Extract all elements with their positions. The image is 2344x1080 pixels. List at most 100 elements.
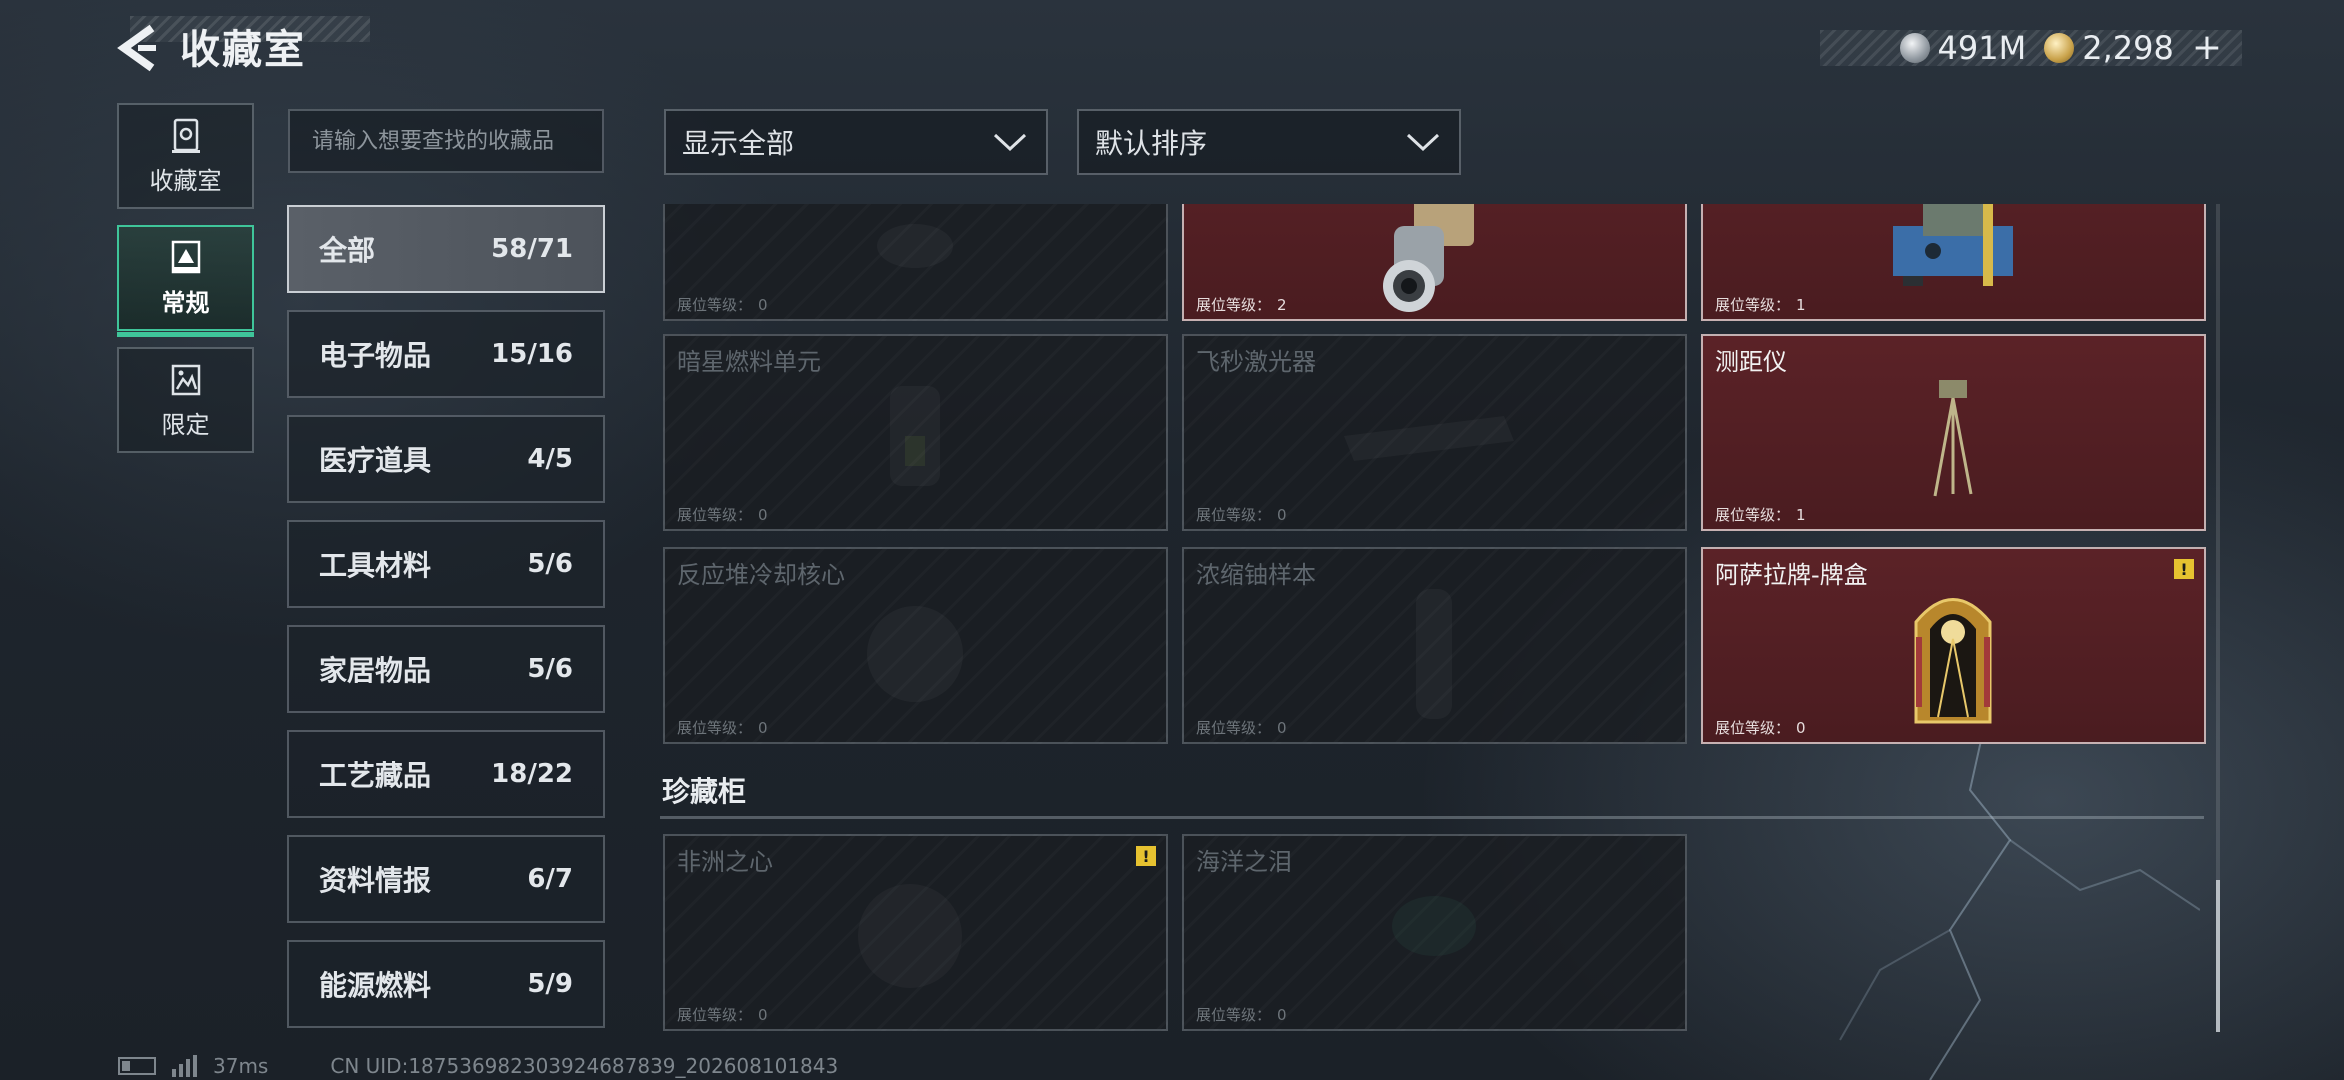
vault-icon (171, 118, 200, 153)
warning-badge-icon: ! (1136, 846, 1156, 866)
signal-icon (172, 1055, 197, 1077)
silver-coin-icon (1899, 33, 1930, 63)
category-name: 家居物品 (319, 654, 432, 687)
side-tab-regular-label: 常规 (161, 288, 210, 317)
collection-card[interactable]: 海洋之泪 展位等级： 0 (1182, 834, 1687, 1031)
currency-gold-value: 2,298 (2082, 29, 2174, 67)
category-name: 工具材料 (319, 549, 432, 582)
category-count: 6/7 (527, 864, 573, 894)
side-tab-limited[interactable]: 限定 (117, 347, 254, 453)
card-name: 非洲之心 (677, 848, 773, 876)
reactor-core-silhouette-icon (867, 606, 963, 702)
card-name: 暗星燃料单元 (677, 348, 821, 376)
collection-card[interactable]: 非洲之心 ! 展位等级： 0 (663, 834, 1168, 1031)
collection-card[interactable]: 展位等级： 0 (663, 204, 1168, 321)
card-name: 测距仪 (1715, 348, 1787, 376)
collection-card[interactable]: 浓缩铀样本 展位等级： 0 (1182, 547, 1687, 744)
category-tools[interactable]: 工具材料 5/6 (287, 520, 605, 608)
user-uid: CN UID:187536982303924687839_20260810184… (330, 1054, 839, 1078)
booth-level: 展位等级： 0 (677, 506, 768, 524)
ping-value: 37ms (213, 1054, 269, 1078)
item-silhouette-icon (877, 224, 953, 268)
category-count: 18/22 (491, 759, 573, 789)
side-tab-vault-label: 收藏室 (149, 166, 222, 195)
card-name: 阿萨拉牌-牌盒 (1715, 561, 1868, 589)
collection-card[interactable]: 阿萨拉牌-牌盒 ! 展位等级： 0 (1701, 547, 2206, 744)
collection-card[interactable]: 测距仪 展位等级： 1 (1701, 334, 2206, 531)
card-name: 浓缩铀样本 (1196, 561, 1316, 589)
gem-silhouette-icon (1392, 896, 1476, 956)
booth-level: 展位等级： 0 (677, 719, 768, 737)
booth-level: 展位等级： 0 (1196, 719, 1287, 737)
booth-level: 展位等级： 2 (1196, 296, 1287, 314)
header: 收藏室 491M 2,298 + (0, 0, 2344, 100)
booth-level: 展位等级： 0 (677, 296, 768, 314)
collection-card[interactable]: 暗星燃料单元 展位等级： 0 (663, 334, 1168, 531)
lens-item-icon (1383, 204, 1474, 312)
regular-icon (171, 240, 200, 273)
category-name: 工艺藏品 (319, 759, 432, 792)
category-crafts[interactable]: 工艺藏品 18/22 (287, 730, 605, 818)
collection-grid: 展位等级： 0 展位等级： 2 展位等级： 1 暗星燃料单元 展位等级： 0 飞秒激 (660, 204, 2208, 1034)
category-count: 15/16 (491, 339, 573, 369)
collection-card[interactable]: 展位等级： 2 (1182, 204, 1687, 321)
back-arrow-icon[interactable] (116, 24, 160, 72)
sort-dropdown[interactable]: 默认排序 (1077, 109, 1461, 175)
category-count: 5/6 (527, 654, 573, 684)
side-tab-limited-label: 限定 (161, 410, 210, 439)
collection-card[interactable]: 飞秒激光器 展位等级： 0 (1182, 334, 1687, 531)
category-name: 资料情报 (319, 864, 432, 897)
card-name: 飞秒激光器 (1196, 348, 1316, 376)
card-box-item-icon (1914, 598, 1992, 724)
currency-silver: 491M (1899, 29, 2027, 67)
display-filter-dropdown[interactable]: 显示全部 (664, 109, 1048, 175)
section-title: 珍藏柜 (662, 775, 747, 808)
category-name: 医疗道具 (319, 444, 432, 477)
currency-bar: 491M 2,298 + (1820, 29, 2242, 67)
category-count: 4/5 (527, 444, 573, 474)
card-name: 反应堆冷却核心 (677, 561, 845, 589)
category-electronics[interactable]: 电子物品 15/16 (287, 310, 605, 398)
chevron-down-icon (1406, 133, 1440, 152)
booth-level: 展位等级： 0 (1715, 719, 1806, 737)
side-tab-regular[interactable]: 常规 (117, 225, 254, 337)
battery-icon (118, 1057, 156, 1075)
display-filter-value: 显示全部 (682, 127, 795, 160)
booth-level: 展位等级： 0 (1196, 1006, 1287, 1024)
diamond-silhouette-icon (835, 866, 985, 1006)
category-name: 全部 (319, 234, 376, 267)
uranium-sample-silhouette-icon (1416, 589, 1452, 719)
laser-silhouette-icon (1344, 416, 1514, 461)
category-intel[interactable]: 资料情报 6/7 (287, 835, 605, 923)
category-count: 5/6 (527, 549, 573, 579)
booth-level: 展位等级： 1 (1715, 296, 1806, 314)
page-title: 收藏室 (180, 27, 306, 73)
gold-coin-icon (2044, 33, 2075, 63)
rangefinder-item-icon (1933, 380, 1973, 497)
sort-value: 默认排序 (1095, 127, 1208, 160)
category-medical[interactable]: 医疗道具 4/5 (287, 415, 605, 503)
chevron-down-icon (993, 133, 1027, 152)
category-count: 5/9 (527, 969, 573, 999)
category-count: 58/71 (491, 234, 573, 264)
add-currency-button[interactable]: + (2192, 30, 2222, 66)
category-name: 电子物品 (319, 339, 432, 372)
warning-badge-icon: ! (2174, 559, 2194, 579)
page-title-wrap: 收藏室 (180, 20, 306, 73)
category-household[interactable]: 家居物品 5/6 (287, 625, 605, 713)
collection-card[interactable]: 反应堆冷却核心 展位等级： 0 (663, 547, 1168, 744)
search-input[interactable] (288, 109, 604, 173)
section-divider (660, 816, 2204, 819)
booth-level: 展位等级： 1 (1715, 506, 1806, 524)
card-name: 海洋之泪 (1196, 848, 1292, 876)
category-all[interactable]: 全部 58/71 (287, 205, 605, 293)
side-tab-vault[interactable]: 收藏室 (117, 103, 254, 209)
currency-silver-value: 491M (1937, 29, 2027, 67)
collection-card[interactable]: 展位等级： 1 (1701, 204, 2206, 321)
booth-level: 展位等级： 0 (1196, 506, 1287, 524)
currency-gold: 2,298 (2044, 29, 2174, 67)
category-energy[interactable]: 能源燃料 5/9 (287, 940, 605, 1028)
grid-scrollbar-thumb[interactable] (2216, 880, 2220, 1032)
device-item-icon (1893, 204, 2013, 286)
limited-icon (171, 364, 200, 395)
